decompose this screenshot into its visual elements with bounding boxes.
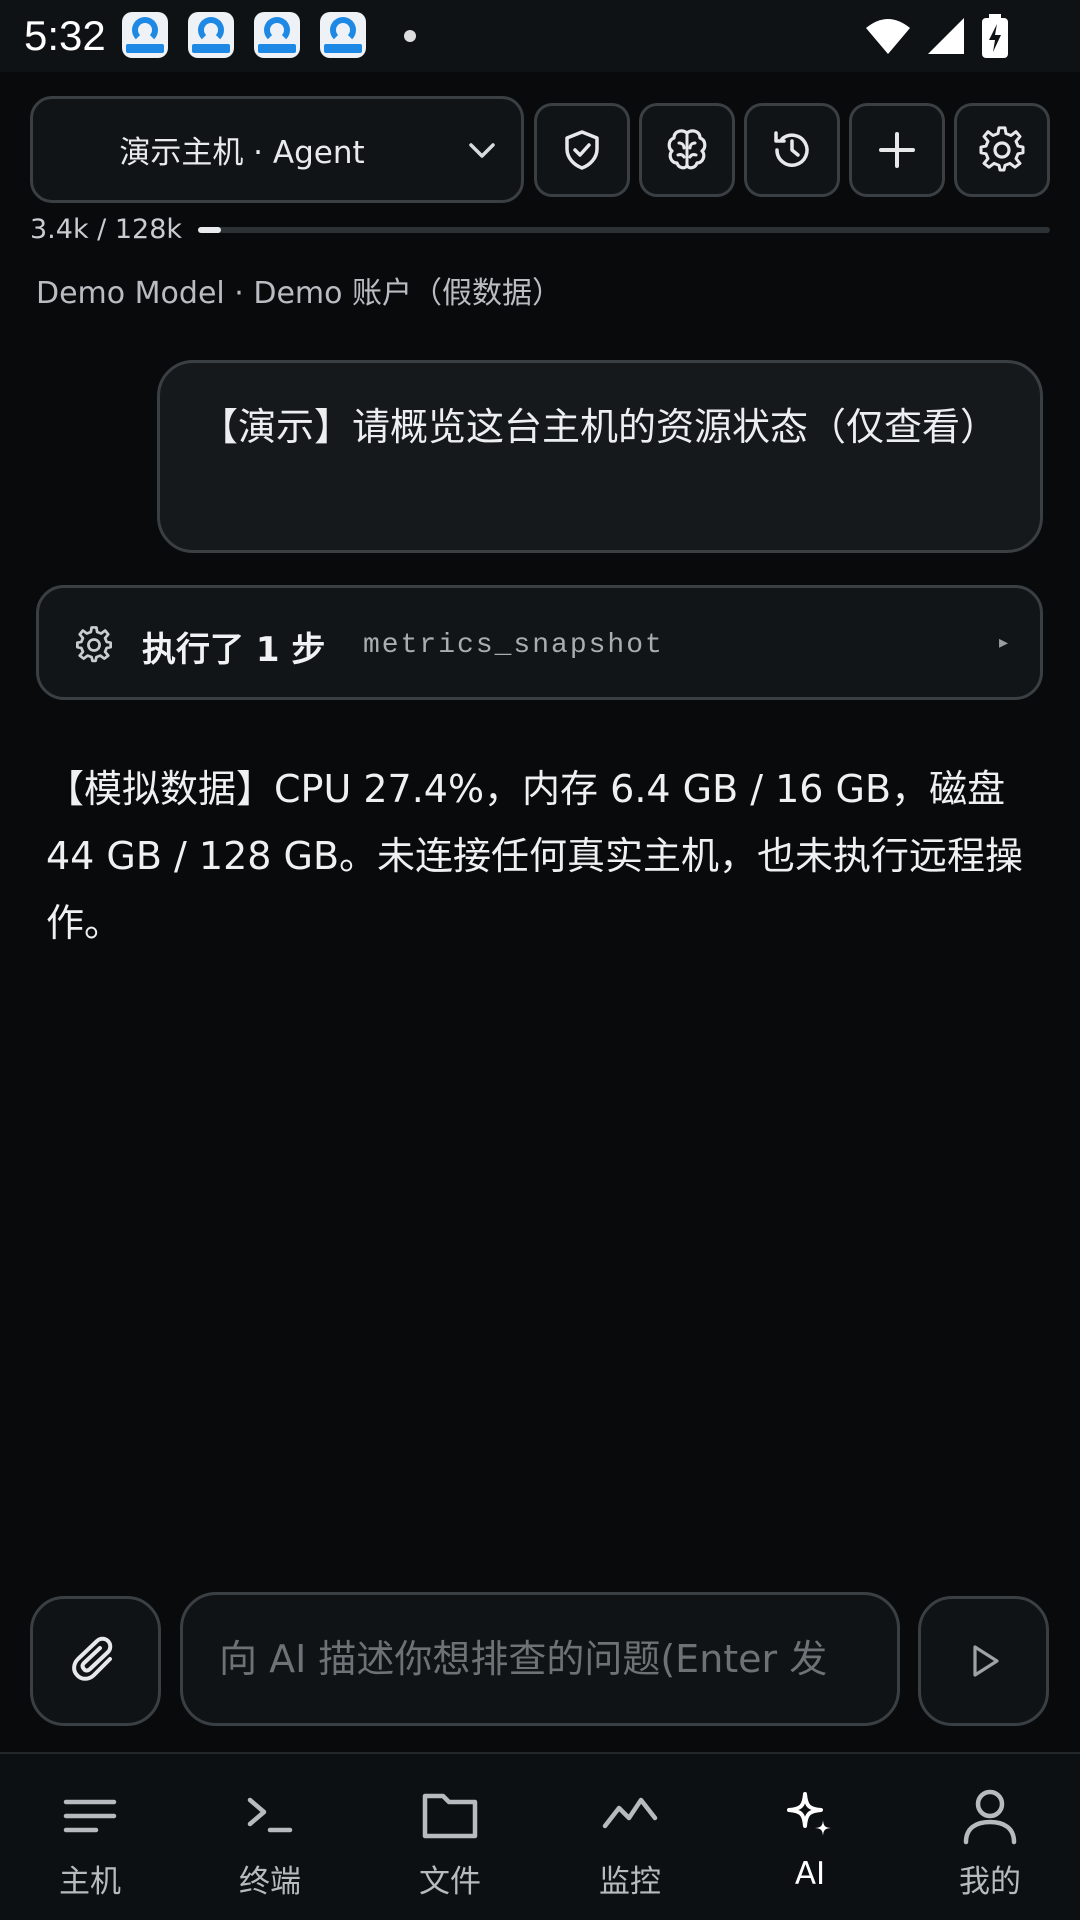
profile-icon bbox=[963, 1789, 1017, 1845]
status-bar: 5:32 bbox=[0, 0, 1080, 72]
shield-icon bbox=[565, 130, 599, 170]
wifi-icon bbox=[866, 19, 910, 54]
nav-label-ai: AI bbox=[794, 1856, 826, 1892]
system-icons bbox=[864, 14, 1010, 58]
security-button[interactable] bbox=[534, 103, 630, 197]
host-agent-select[interactable]: 演示主机 · Agent bbox=[30, 96, 524, 203]
step-count-title: 执行了 1 步 bbox=[142, 630, 326, 670]
nav-item-ai[interactable]: AI bbox=[720, 1754, 900, 1920]
model-account-label: Demo Model · Demo 账户（假数据） bbox=[36, 276, 563, 311]
nav-label-hosts: 主机 bbox=[59, 1864, 121, 1900]
nav-item-profile[interactable]: 我的 bbox=[900, 1754, 1080, 1920]
ai-sparkle-icon bbox=[787, 1792, 831, 1836]
expand-arrow-icon: ▸ bbox=[998, 632, 1008, 653]
signal-icon bbox=[928, 18, 964, 54]
battery-charging-icon bbox=[982, 14, 1008, 58]
token-usage-fill bbox=[198, 227, 221, 233]
monitor-chart-icon bbox=[602, 1797, 658, 1829]
nav-item-hosts[interactable]: 主机 bbox=[0, 1754, 180, 1920]
notification-icons bbox=[122, 12, 366, 58]
user-message-text: 【演示】请概览这台主机的资源状态（仅查看） bbox=[200, 405, 999, 449]
hosts-list-icon bbox=[63, 1799, 117, 1833]
user-message-bubble: 【演示】请概览这台主机的资源状态（仅查看） bbox=[157, 360, 1043, 553]
history-button[interactable] bbox=[744, 103, 840, 197]
send-play-icon bbox=[972, 1645, 999, 1677]
token-usage-text: 3.4k / 128k bbox=[30, 214, 183, 245]
nav-item-terminal[interactable]: 终端 bbox=[180, 1754, 360, 1920]
new-chat-button[interactable] bbox=[849, 103, 945, 197]
message-input[interactable] bbox=[180, 1592, 900, 1726]
plus-icon bbox=[879, 132, 915, 168]
memory-button[interactable] bbox=[639, 103, 735, 197]
settings-button[interactable] bbox=[954, 103, 1050, 197]
nav-label-monitor: 监控 bbox=[599, 1864, 661, 1900]
status-time: 5:32 bbox=[24, 12, 106, 59]
bottom-navigation: 主机 终端 文件 监控 AI 我的 bbox=[0, 1752, 1080, 1920]
history-icon bbox=[774, 131, 809, 167]
step-tool-name: metrics_snapshot bbox=[363, 630, 664, 661]
ai-app-icon bbox=[188, 12, 234, 58]
ai-app-icon bbox=[320, 12, 366, 58]
gear-icon bbox=[75, 626, 113, 663]
tool-steps-card[interactable]: 执行了 1 步 metrics_snapshot ▸ bbox=[36, 585, 1043, 700]
nav-label-terminal: 终端 bbox=[239, 1864, 301, 1900]
chevron-down-icon bbox=[469, 143, 495, 158]
ai-app-icon bbox=[122, 12, 168, 58]
ai-app-icon bbox=[254, 12, 300, 58]
paperclip-icon bbox=[71, 1636, 112, 1681]
terminal-icon bbox=[247, 1797, 293, 1833]
nav-label-profile: 我的 bbox=[959, 1864, 1021, 1900]
more-notifications-dot bbox=[404, 30, 416, 42]
ai-reply-text: 【模拟数据】CPU 27.4%，内存 6.4 GB / 16 GB，磁盘 44 … bbox=[46, 767, 1024, 945]
nav-item-files[interactable]: 文件 bbox=[360, 1754, 540, 1920]
attach-button[interactable] bbox=[30, 1596, 161, 1726]
nav-label-files: 文件 bbox=[419, 1864, 481, 1900]
settings-icon bbox=[979, 126, 1025, 172]
nav-item-monitor[interactable]: 监控 bbox=[540, 1754, 720, 1920]
send-button[interactable] bbox=[918, 1596, 1049, 1726]
host-select-label: 演示主机 · Agent bbox=[119, 135, 365, 171]
brain-icon bbox=[667, 129, 707, 170]
token-usage-bar bbox=[198, 227, 1050, 233]
folder-icon bbox=[422, 1793, 478, 1839]
